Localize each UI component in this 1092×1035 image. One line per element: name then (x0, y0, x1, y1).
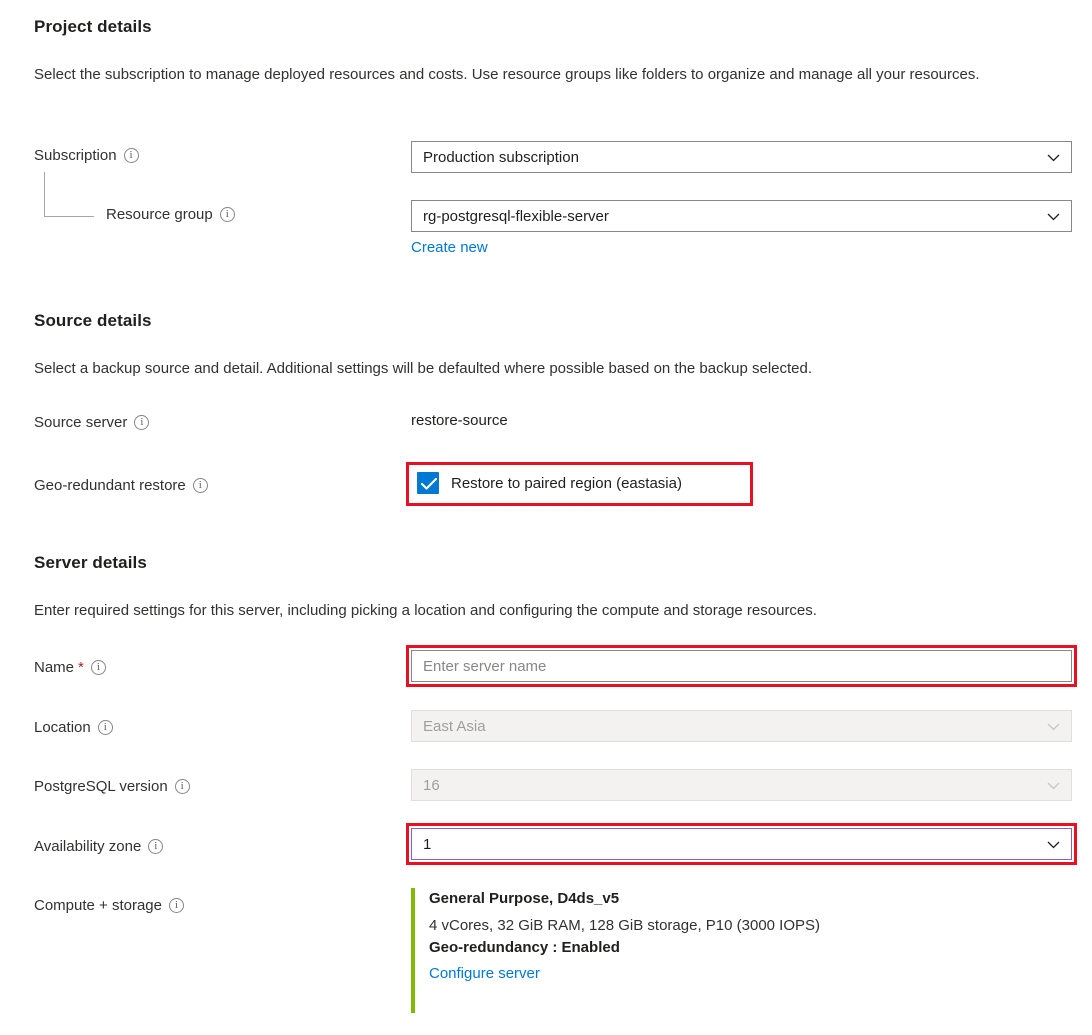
info-icon[interactable] (219, 207, 235, 222)
resource-group-label: Resource group (106, 206, 235, 223)
create-postgresql-server-form: Project details Select the subscription … (0, 0, 1092, 1035)
server-details-description: Enter required settings for this server,… (34, 602, 817, 619)
postgresql-version-label-text: PostgreSQL version (34, 778, 168, 795)
resource-group-tree-connector (44, 172, 94, 217)
subscription-label-text: Subscription (34, 147, 117, 164)
geo-redundant-restore-label-text: Geo-redundant restore (34, 477, 186, 494)
checkmark-icon (421, 477, 437, 490)
subscription-value: Production subscription (423, 148, 579, 166)
resource-group-label-text: Resource group (106, 206, 213, 223)
source-server-label-text: Source server (34, 414, 128, 431)
subscription-dropdown[interactable]: Production subscription (411, 141, 1072, 173)
server-details-heading: Server details (34, 553, 147, 572)
server-name-label: Name * (34, 659, 106, 676)
info-icon[interactable] (169, 898, 184, 913)
info-icon[interactable] (134, 415, 150, 430)
info-icon[interactable] (174, 779, 190, 794)
source-details-description: Select a backup source and detail. Addit… (34, 360, 813, 377)
availability-zone-dropdown[interactable]: 1 (411, 828, 1072, 860)
chevron-down-icon (1047, 151, 1060, 164)
compute-tier: General Purpose, D4ds_v5 (429, 890, 620, 907)
postgresql-version-dropdown: 16 (411, 769, 1072, 801)
info-icon[interactable] (123, 148, 139, 163)
info-icon[interactable] (192, 478, 208, 493)
location-label-text: Location (34, 719, 91, 736)
project-details-heading: Project details (34, 17, 152, 36)
geo-redundant-restore-label: Geo-redundant restore (34, 477, 208, 494)
source-server-value: restore-source (411, 412, 508, 429)
availability-zone-label: Availability zone (34, 838, 164, 855)
compute-storage-summary-card: General Purpose, D4ds_v5 4 vCores, 32 Gi… (411, 888, 820, 1013)
availability-zone-label-text: Availability zone (34, 838, 142, 855)
availability-zone-value: 1 (423, 835, 432, 853)
compute-specs: 4 vCores, 32 GiB RAM, 128 GiB storage, P… (429, 916, 821, 934)
resource-group-value: rg-postgresql-flexible-server (423, 207, 609, 225)
resource-group-dropdown[interactable]: rg-postgresql-flexible-server (411, 200, 1072, 232)
server-name-label-text: Name (34, 659, 75, 676)
configure-server-link[interactable]: Configure server (429, 965, 540, 982)
subscription-label: Subscription (34, 147, 139, 164)
postgresql-version-label: PostgreSQL version (34, 778, 190, 795)
source-details-heading: Source details (34, 311, 152, 330)
info-icon[interactable] (90, 660, 106, 675)
restore-to-paired-region-checkbox[interactable] (417, 472, 439, 494)
source-server-label: Source server (34, 414, 150, 431)
postgresql-version-value: 16 (423, 776, 440, 794)
compute-storage-label-text: Compute + storage (34, 897, 162, 914)
location-dropdown: East Asia (411, 710, 1072, 742)
location-value: East Asia (423, 717, 486, 735)
chevron-down-icon (1047, 838, 1060, 851)
chevron-down-icon (1047, 210, 1060, 223)
chevron-down-icon (1047, 720, 1060, 733)
restore-to-paired-region-checkbox-row[interactable]: Restore to paired region (eastasia) (417, 472, 682, 494)
server-name-placeholder: Enter server name (423, 657, 547, 675)
info-icon[interactable] (97, 720, 113, 735)
project-details-description: Select the subscription to manage deploy… (34, 66, 980, 83)
chevron-down-icon (1047, 779, 1060, 792)
location-label: Location (34, 719, 113, 736)
restore-to-paired-region-label: Restore to paired region (eastasia) (451, 474, 682, 492)
compute-geo-redundancy: Geo-redundancy : Enabled (429, 939, 620, 957)
required-marker: * (78, 659, 84, 676)
create-new-resource-group-link[interactable]: Create new (411, 239, 488, 256)
compute-storage-label: Compute + storage (34, 897, 184, 914)
server-name-input[interactable]: Enter server name (411, 650, 1072, 682)
info-icon[interactable] (148, 839, 164, 854)
